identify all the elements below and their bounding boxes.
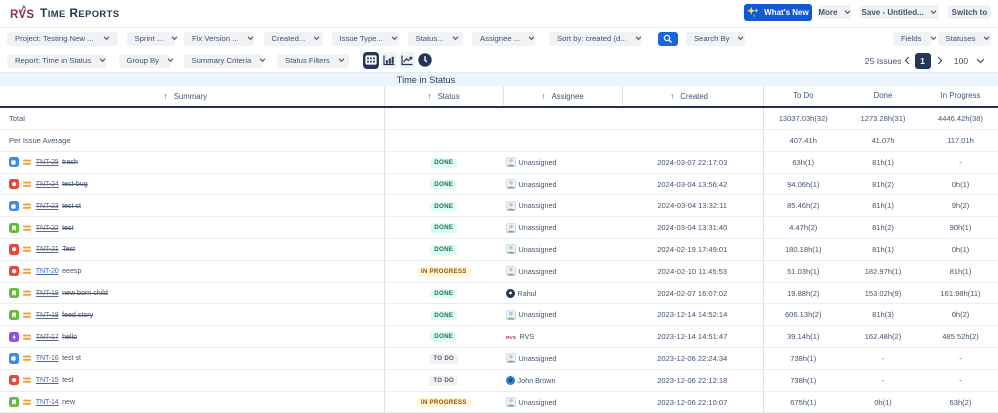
svg-text:RVS: RVS [506, 335, 517, 341]
